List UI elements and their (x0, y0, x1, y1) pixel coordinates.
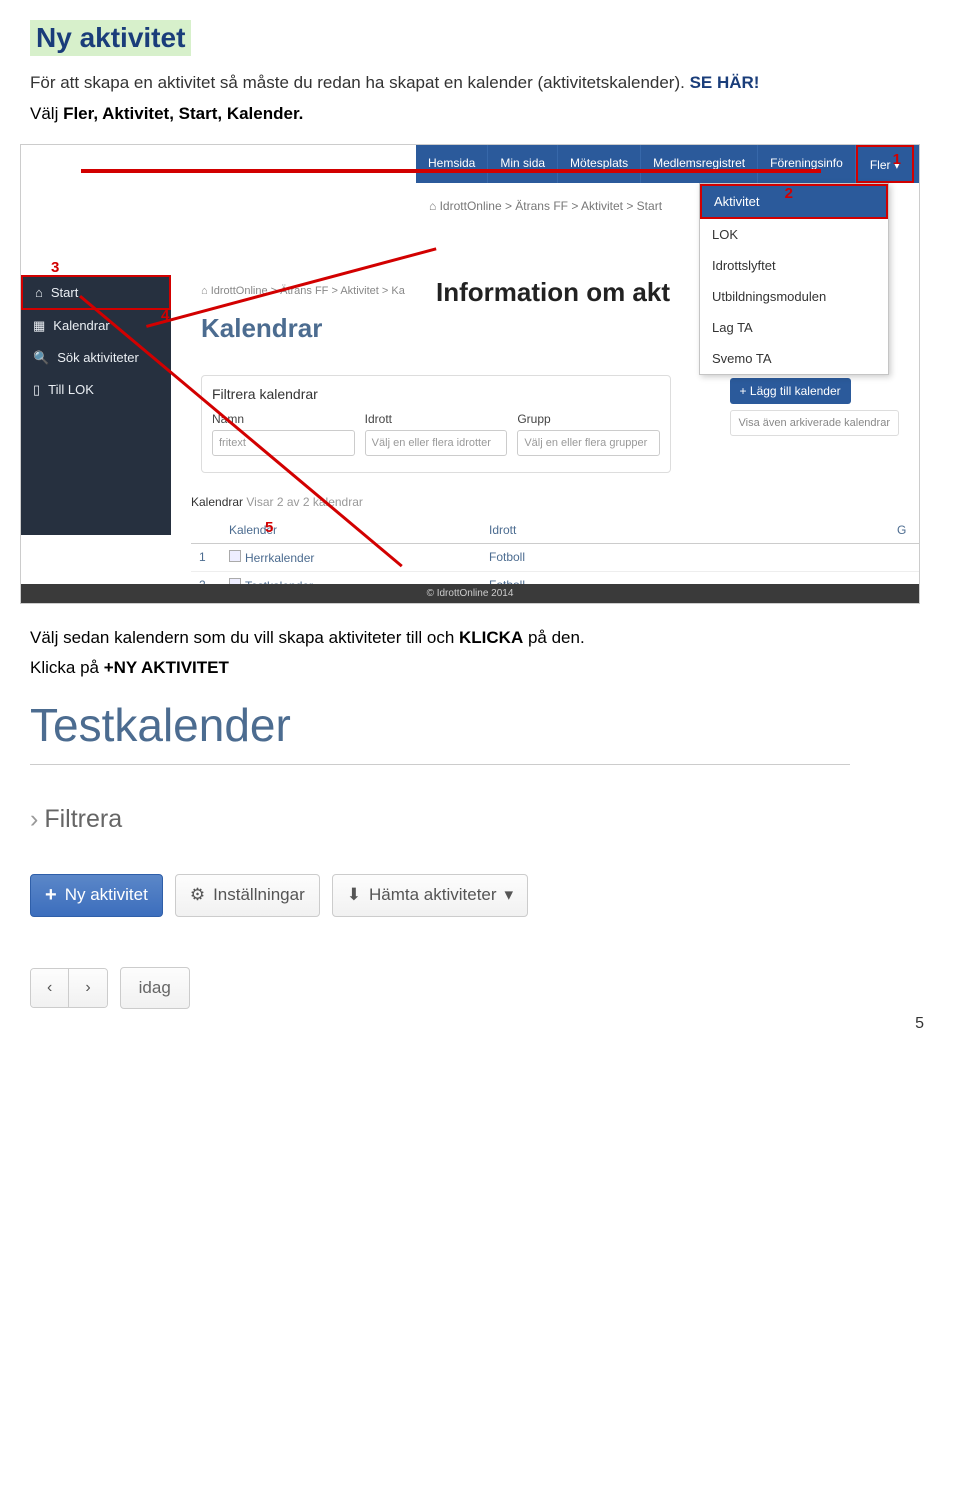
table-heading: Kalendrar (191, 495, 243, 509)
filter-idrott-label: Idrott (365, 412, 508, 426)
callout-1: 1 (893, 151, 901, 168)
screenshot-1: 1 2 3 4 5 Hemsida Min sida Mötesplats Me… (20, 144, 920, 604)
action-buttons: + Ny aktivitet ⚙ Inställningar ⬇ Hämta a… (30, 874, 930, 917)
document-icon: ▯ (33, 382, 40, 398)
left-sidebar: ⌂Start ▦Kalendrar 🔍Sök aktiviteter ▯Till… (21, 275, 171, 535)
filter-grupp-input[interactable]: Välj en eller flera grupper (517, 430, 660, 456)
home-icon: ⌂ (201, 285, 208, 297)
prev-button[interactable]: ‹ (31, 969, 69, 1007)
dd-svemota[interactable]: Svemo TA (700, 343, 888, 374)
nav-foreningsinfo[interactable]: Föreningsinfo (758, 145, 856, 183)
callout-5: 5 (265, 519, 273, 536)
chevron-right-icon: › (30, 805, 38, 833)
dd-aktivitet[interactable]: Aktivitet (700, 184, 888, 219)
col-num[interactable] (191, 517, 221, 544)
dd-lagta[interactable]: Lag TA (700, 312, 888, 343)
filter-namn-input[interactable]: fritext (212, 430, 355, 456)
page-number: 5 (915, 1015, 924, 1033)
col-idrott[interactable]: Idrott (481, 517, 889, 544)
sidebar-sok[interactable]: 🔍Sök aktiviteter (21, 342, 171, 374)
dd-utbildningsmodulen[interactable]: Utbildningsmodulen (700, 281, 888, 312)
divider (30, 764, 850, 765)
dd-lok[interactable]: LOK (700, 219, 888, 250)
home-icon: ⌂ (429, 199, 436, 213)
nav-medlemsregistret[interactable]: Medlemsregistret (641, 145, 758, 183)
sidebar-tilllok[interactable]: ▯Till LOK (21, 374, 171, 406)
filter-idrott-input[interactable]: Välj en eller flera idrotter (365, 430, 508, 456)
table-count: Visar 2 av 2 kalendrar (246, 495, 363, 509)
section-title: Ny aktivitet (30, 20, 191, 56)
nav-motesplats[interactable]: Mötesplats (558, 145, 641, 183)
plus-icon: + (45, 884, 57, 907)
callout-2: 2 (785, 185, 793, 202)
kalendrar-heading: Kalendrar (201, 313, 322, 344)
filtrera-toggle[interactable]: ›Filtrera (30, 805, 930, 834)
nav-fler[interactable]: Fler ▾ (856, 145, 914, 183)
new-activity-button[interactable]: + Ny aktivitet (30, 874, 163, 917)
instruction-text: Välj Fler, Aktivitet, Start, Kalender. (30, 104, 930, 124)
filter-title: Filtrera kalendrar (212, 386, 660, 402)
caret-down-icon: ▾ (505, 885, 514, 905)
home-icon: ⌂ (35, 285, 43, 300)
breadcrumb-2: ⌂ IdrottOnline > Ätrans FF > Aktivitet >… (201, 285, 405, 297)
fler-dropdown: Aktivitet LOK Idrottslyftet Utbildningsm… (699, 183, 889, 375)
calendar-title: Testkalender (30, 698, 930, 752)
col-kalender[interactable]: Kalender (221, 517, 481, 544)
calendar-icon: ▦ (33, 318, 45, 334)
table-row[interactable]: 1 Herrkalender Fotboll (191, 543, 919, 571)
filter-grupp-label: Grupp (517, 412, 660, 426)
settings-button[interactable]: ⚙ Inställningar (175, 874, 320, 917)
paragraph-3: Klicka på +NY AKTIVITET (30, 658, 930, 678)
intro-text: För att skapa en aktivitet så måste du r… (30, 70, 930, 96)
show-archived-button[interactable]: Visa även arkiverade kalendrar (730, 410, 899, 436)
se-har-link[interactable]: SE HÄR! (690, 73, 760, 92)
paragraph-2: Välj sedan kalendern som du vill skapa a… (30, 628, 930, 648)
callout-4: 4 (161, 307, 169, 324)
footer-copyright: © IdrottOnline 2014 (21, 584, 919, 603)
gear-icon: ⚙ (190, 885, 205, 905)
today-button[interactable]: idag (120, 967, 190, 1009)
info-heading: Information om akt (436, 277, 670, 308)
download-icon: ⬇ (347, 885, 361, 905)
fetch-activities-button[interactable]: ⬇ Hämta aktiviteter ▾ (332, 874, 528, 917)
callout-3: 3 (51, 259, 59, 276)
add-calendar-button[interactable]: + Lägg till kalender (730, 378, 851, 404)
top-nav: Hemsida Min sida Mötesplats Medlemsregis… (416, 145, 919, 183)
pager-controls: ‹ › idag (30, 967, 930, 1009)
search-icon: 🔍 (33, 350, 49, 366)
checkbox-icon[interactable] (229, 550, 241, 562)
next-button[interactable]: › (69, 969, 106, 1007)
plus-icon: + (740, 384, 747, 398)
dd-idrottslyftet[interactable]: Idrottslyftet (700, 250, 888, 281)
nav-hemsida[interactable]: Hemsida (416, 145, 488, 183)
nav-minsida[interactable]: Min sida (488, 145, 558, 183)
col-g[interactable]: G (889, 517, 919, 544)
sidebar-start[interactable]: ⌂Start (21, 275, 171, 310)
